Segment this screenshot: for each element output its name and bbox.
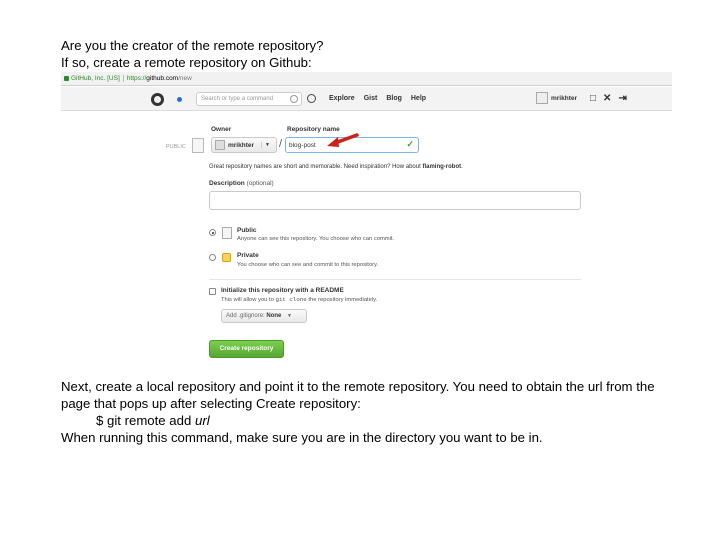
public-desc: Anyone can see this repository. You choo…	[237, 236, 395, 242]
nav-blog[interactable]: Blog	[386, 95, 402, 102]
nav-gist[interactable]: Gist	[364, 95, 378, 102]
private-lock-icon	[222, 253, 231, 262]
init-readme-title: Initialize this repository with a README	[221, 287, 344, 294]
description-input[interactable]	[209, 191, 581, 210]
intro-line-2: If so, create a remote repository on Git…	[61, 55, 312, 70]
chevron-down-icon: ▼	[261, 142, 270, 148]
chevron-down-icon: ▼	[287, 313, 292, 319]
gitignore-value: None	[266, 313, 282, 319]
owner-avatar	[215, 140, 225, 150]
owner-value: mrikhter	[228, 141, 255, 149]
settings-icon[interactable]: ✕	[603, 93, 611, 104]
search-help-icon[interactable]	[290, 95, 298, 103]
create-repository-button[interactable]: Create repository	[209, 340, 284, 358]
repo-book-icon	[192, 138, 204, 153]
init-desc-code: git clone	[275, 296, 307, 303]
description-label-text: Description	[209, 180, 245, 187]
private-title: Private	[237, 252, 259, 259]
gitignore-label: Add .gitignore:	[226, 313, 265, 319]
username: mrikhter	[551, 94, 578, 102]
github-screenshot: GitHub, Inc. [US] https:// github.com /n…	[61, 72, 672, 372]
lock-icon	[64, 76, 69, 81]
secure-badge: GitHub, Inc. [US]	[64, 75, 124, 82]
check-icon: ✓	[406, 139, 414, 149]
nav-explore[interactable]: Explore	[329, 95, 355, 102]
intro-text: Are you the creator of the remote reposi…	[61, 37, 661, 71]
intro-line-1: Are you the creator of the remote reposi…	[61, 38, 324, 53]
header-actions: □ ✕ ⇥	[590, 93, 627, 104]
outro-line-1: Next, create a local repository and poin…	[61, 379, 655, 411]
command-line: $ git remote add url	[61, 412, 661, 429]
owner-label: Owner	[211, 126, 232, 133]
user-menu[interactable]: mrikhter	[536, 92, 577, 104]
notification-dot-icon[interactable]	[177, 97, 182, 102]
secure-label: GitHub, Inc. [US]	[71, 75, 120, 82]
public-title: Public	[237, 227, 257, 234]
command-prefix: $ git remote add	[96, 413, 192, 428]
repo-name-hint: Great repository names are short and mem…	[209, 164, 463, 170]
search-placeholder: Search or type a command	[201, 96, 274, 102]
private-radio[interactable]	[209, 254, 216, 261]
hint-text: Great repository names are short and mem…	[209, 164, 421, 170]
init-readme-checkbox[interactable]	[209, 288, 216, 295]
init-desc-suffix: the repository immediately.	[308, 297, 378, 303]
compass-icon[interactable]	[307, 94, 316, 103]
repo-name-label: Repository name	[287, 126, 340, 133]
init-desc-prefix: This will allow you to	[221, 297, 274, 303]
description-optional: (optional)	[246, 180, 274, 187]
github-header: Search or type a command Explore Gist Bl…	[61, 87, 672, 111]
url-host: github.com	[146, 75, 179, 82]
public-radio[interactable]	[209, 229, 216, 236]
avatar	[536, 92, 548, 104]
address-bar[interactable]: GitHub, Inc. [US] https:// github.com /n…	[61, 72, 672, 86]
divider	[209, 279, 581, 280]
owner-select[interactable]: mrikhter ▼	[211, 137, 277, 153]
private-desc: You choose who can see and commit to thi…	[237, 262, 379, 268]
octocat-icon[interactable]	[151, 93, 164, 106]
command-arg: url	[194, 413, 210, 428]
search-input[interactable]: Search or type a command	[196, 92, 302, 106]
slash-separator: /	[279, 138, 283, 150]
url-scheme: https://	[126, 75, 147, 82]
init-readme-desc: This will allow you to git clone the rep…	[221, 296, 377, 303]
public-book-icon	[222, 227, 232, 239]
red-arrow-icon	[327, 133, 359, 147]
url-path: /new	[178, 75, 192, 82]
hint-suggestion[interactable]: flaming-robot	[422, 164, 461, 170]
sign-out-icon[interactable]: ⇥	[618, 93, 626, 104]
gitignore-select[interactable]: Add .gitignore: None ▼	[221, 309, 307, 323]
outro-line-3: When running this command, make sure you…	[61, 430, 543, 445]
new-repo-icon[interactable]: □	[590, 93, 596, 104]
description-label: Description (optional)	[209, 180, 274, 187]
repo-name-value: blog-post	[289, 142, 316, 149]
outro-text: Next, create a local repository and poin…	[61, 378, 661, 446]
header-nav: Explore Gist Blog Help	[329, 95, 426, 102]
visibility-tag: PUBLIC	[166, 144, 186, 150]
nav-help[interactable]: Help	[411, 95, 426, 102]
